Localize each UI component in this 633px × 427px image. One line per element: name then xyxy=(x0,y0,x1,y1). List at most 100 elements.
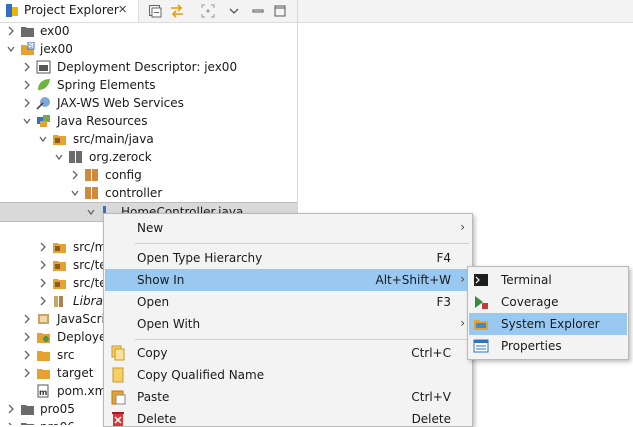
submenu-item-coverage[interactable]: Coverage xyxy=(469,291,627,313)
chevron-right-icon[interactable] xyxy=(22,61,32,73)
coverage-icon xyxy=(475,296,488,309)
chevron-down-icon[interactable] xyxy=(38,133,48,145)
copy-qualified-name-icon xyxy=(112,367,124,383)
chevron-right-icon[interactable] xyxy=(22,367,32,379)
context-menu: New › Open Type Hierarchy F4 Show In Alt… xyxy=(103,213,473,427)
submenu-item-system-explorer[interactable]: System Explorer xyxy=(469,313,627,335)
tree-label: controller xyxy=(105,186,163,200)
tree-item-deployment-descriptor[interactable]: Deployment Descriptor: jex00 xyxy=(0,58,297,76)
focus-icon[interactable] xyxy=(200,3,216,19)
chevron-right-icon[interactable] xyxy=(38,295,48,307)
tree-item-org-zerock[interactable]: org.zerock xyxy=(0,148,297,166)
web-project-icon: S xyxy=(21,42,35,55)
tree-label: src/m xyxy=(73,240,107,254)
tree-label: pro06 xyxy=(40,420,75,425)
menu-item-accelerator: Ctrl+V xyxy=(411,390,451,404)
project-explorer-tab[interactable]: Project Explorer ✕ xyxy=(0,0,139,22)
tree-item-controller[interactable]: controller xyxy=(0,184,297,202)
chevron-down-icon[interactable] xyxy=(70,187,80,199)
submenu-item-terminal[interactable]: Terminal xyxy=(469,269,627,291)
svg-text:S: S xyxy=(29,43,33,50)
javascript-resources-icon xyxy=(38,314,49,324)
chevron-right-icon[interactable] xyxy=(38,277,48,289)
maximize-icon[interactable] xyxy=(272,3,288,19)
menu-item-label: Delete xyxy=(137,412,177,426)
tree-label: config xyxy=(105,168,142,182)
tree-label: src/te xyxy=(73,258,107,272)
menu-item-label: Paste xyxy=(137,390,170,404)
collapse-all-icon[interactable] xyxy=(147,3,163,19)
menu-item-open-type-hierarchy[interactable]: Open Type Hierarchy F4 xyxy=(105,247,471,269)
tree-label: pom.xm xyxy=(57,384,107,398)
tree-label: org.zerock xyxy=(89,150,152,164)
menu-item-label: System Explorer xyxy=(501,317,600,331)
project-explorer-icon xyxy=(6,4,18,17)
chevron-right-icon[interactable] xyxy=(6,403,16,415)
chevron-right-icon[interactable] xyxy=(38,241,48,253)
tree-item-jex00[interactable]: S jex00 xyxy=(0,40,297,58)
menu-item-label: Open With xyxy=(137,317,201,331)
properties-icon xyxy=(473,339,489,353)
library-icon xyxy=(54,296,63,307)
system-explorer-icon xyxy=(474,320,488,330)
chevron-right-icon[interactable] xyxy=(22,97,32,109)
tree-label: ex00 xyxy=(40,24,70,38)
menu-item-delete[interactable]: Delete Delete xyxy=(105,408,471,426)
submenu-arrow-icon: › xyxy=(460,220,465,234)
chevron-right-icon[interactable] xyxy=(70,169,80,181)
tree-item-src-main-java[interactable]: src/main/java xyxy=(0,130,297,148)
menu-separator xyxy=(135,243,469,244)
tree-item-jax-ws[interactable]: JAX-WS Web Services xyxy=(0,94,297,112)
close-icon[interactable]: ✕ xyxy=(118,3,127,16)
deployment-descriptor-icon xyxy=(36,60,51,74)
chevron-down-icon[interactable] xyxy=(6,43,16,55)
tree-label: Spring Elements xyxy=(57,78,156,92)
tree-item-java-resources[interactable]: Java Resources xyxy=(0,112,297,130)
tree-item-spring-elements[interactable]: Spring Elements xyxy=(0,76,297,94)
menu-item-copy[interactable]: Copy Ctrl+C xyxy=(105,342,471,364)
menu-item-paste[interactable]: Paste Ctrl+V xyxy=(105,386,471,408)
menu-item-label: Copy Qualified Name xyxy=(137,368,265,382)
chevron-right-icon[interactable] xyxy=(6,421,16,425)
link-with-editor-icon[interactable] xyxy=(169,3,185,19)
menu-item-open-with[interactable]: Open With › xyxy=(105,313,471,335)
tree-item-ex00[interactable]: ex00 xyxy=(0,22,297,40)
source-folder-icon xyxy=(53,135,66,145)
xml-file-icon: m xyxy=(37,384,49,398)
menu-item-accelerator: F3 xyxy=(436,295,451,309)
menu-item-label: Open Type Hierarchy xyxy=(137,251,263,265)
chevron-right-icon[interactable] xyxy=(6,25,16,37)
menu-item-open[interactable]: Open F3 xyxy=(105,291,471,313)
chevron-right-icon[interactable] xyxy=(22,79,32,91)
copy-icon xyxy=(111,345,125,361)
menu-item-show-in[interactable]: Show In Alt+Shift+W › xyxy=(105,269,471,291)
tree-label: Deployment Descriptor: jex00 xyxy=(57,60,238,74)
source-folder-icon xyxy=(53,243,66,253)
chevron-right-icon[interactable] xyxy=(22,313,32,325)
view-menu-icon[interactable] xyxy=(226,3,242,19)
editor-area-tabbar xyxy=(298,0,633,23)
chevron-down-icon[interactable] xyxy=(54,151,64,163)
chevron-right-icon[interactable] xyxy=(38,259,48,271)
closed-project-icon xyxy=(21,27,34,37)
menu-item-new[interactable]: New › xyxy=(105,217,471,239)
package-icon xyxy=(85,169,98,181)
tree-label: JAX-WS Web Services xyxy=(57,96,184,110)
closed-project-icon xyxy=(21,405,34,415)
menu-item-copy-qualified-name[interactable]: Copy Qualified Name xyxy=(105,364,471,386)
tree-item-config[interactable]: config xyxy=(0,166,297,184)
chevron-right-icon[interactable] xyxy=(22,331,32,343)
minimize-icon[interactable] xyxy=(250,3,266,19)
tree-label: jex00 xyxy=(40,42,73,56)
submenu-item-properties[interactable]: Properties xyxy=(469,335,627,357)
chevron-right-icon[interactable] xyxy=(22,349,32,361)
chevron-down-icon[interactable] xyxy=(86,206,96,218)
chevron-down-icon[interactable] xyxy=(22,115,32,127)
menu-item-label: Coverage xyxy=(501,295,559,309)
menu-item-accelerator: Delete xyxy=(411,412,451,426)
package-icon xyxy=(69,151,82,163)
folder-icon xyxy=(37,369,50,379)
tree-label: src/main/java xyxy=(73,132,154,146)
tree-label: target xyxy=(57,366,94,380)
tab-title: Project Explorer xyxy=(24,3,119,17)
